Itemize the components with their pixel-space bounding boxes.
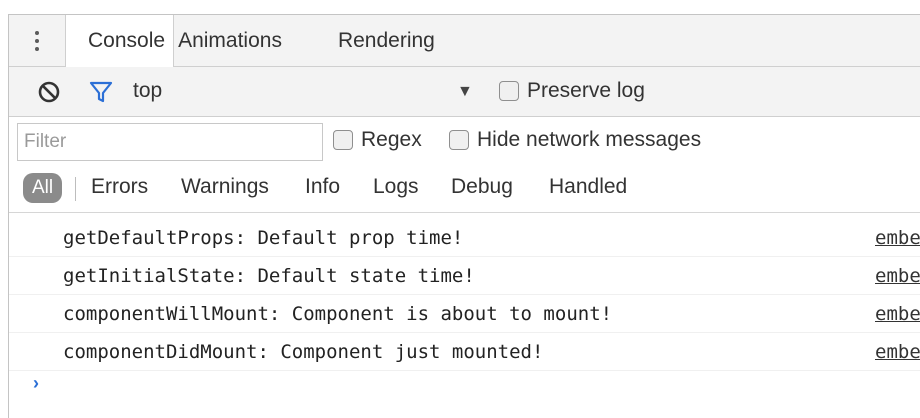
filter-input[interactable] [17,123,323,161]
message-text: componentWillMount: Component is about t… [63,303,613,325]
level-divider [75,177,76,201]
message-source-link[interactable]: embe [875,265,920,287]
level-debug-button[interactable]: Debug [451,175,513,199]
tab-console[interactable]: Console [65,15,175,68]
hide-network-checkbox[interactable] [449,130,469,150]
devtools-console-panel: Console Animations Rendering top ▼ Prese… [8,14,920,418]
message-text: getInitialState: Default state time! [63,265,475,287]
console-message: getDefaultProps: Default prop time! embe [9,219,920,257]
filter-icon[interactable] [89,80,113,104]
triangle-down-icon[interactable]: ▼ [457,83,473,101]
context-selector[interactable]: top [133,79,162,103]
tab-rendering[interactable]: Rendering [286,15,435,66]
level-info-button[interactable]: Info [305,175,340,199]
drawer-tab-bar: Console Animations Rendering [9,15,920,68]
hide-network-label: Hide network messages [477,128,702,151]
chevron-right-icon: › [33,373,39,393]
message-text: getDefaultProps: Default prop time! [63,227,464,249]
level-warnings-button[interactable]: Warnings [181,175,269,199]
message-text: componentDidMount: Component just mounte… [63,341,544,363]
preserve-log-label: Preserve log [527,79,645,102]
message-source-link[interactable]: embe [875,303,920,325]
hide-network-toggle[interactable]: Hide network messages [449,128,701,152]
level-errors-button[interactable]: Errors [91,175,148,199]
level-all-button[interactable]: All [23,173,63,203]
regex-toggle[interactable]: Regex [333,128,422,152]
preserve-log-checkbox[interactable] [499,81,519,101]
message-source-link[interactable]: embe [875,227,920,249]
console-message: componentWillMount: Component is about t… [9,295,920,333]
regex-checkbox[interactable] [333,130,353,150]
filter-row: Regex Hide network messages [9,117,920,165]
console-messages: getDefaultProps: Default prop time! embe… [9,213,920,401]
clear-console-icon[interactable] [37,80,61,104]
kebab-menu-icon[interactable] [9,15,65,66]
console-toolbar: top ▼ Preserve log [9,67,920,117]
level-handled-button[interactable]: Handled [549,175,627,199]
log-level-filter-bar: All Errors Warnings Info Logs Debug Hand… [9,165,920,213]
console-prompt-row[interactable]: › [9,371,920,401]
console-message: getInitialState: Default state time! emb… [9,257,920,295]
preserve-log-toggle[interactable]: Preserve log [499,79,645,103]
regex-label: Regex [361,128,422,151]
message-source-link[interactable]: embe [875,341,920,363]
tab-animations[interactable]: Animations [174,15,286,66]
level-logs-button[interactable]: Logs [373,175,419,199]
console-message: componentDidMount: Component just mounte… [9,333,920,371]
